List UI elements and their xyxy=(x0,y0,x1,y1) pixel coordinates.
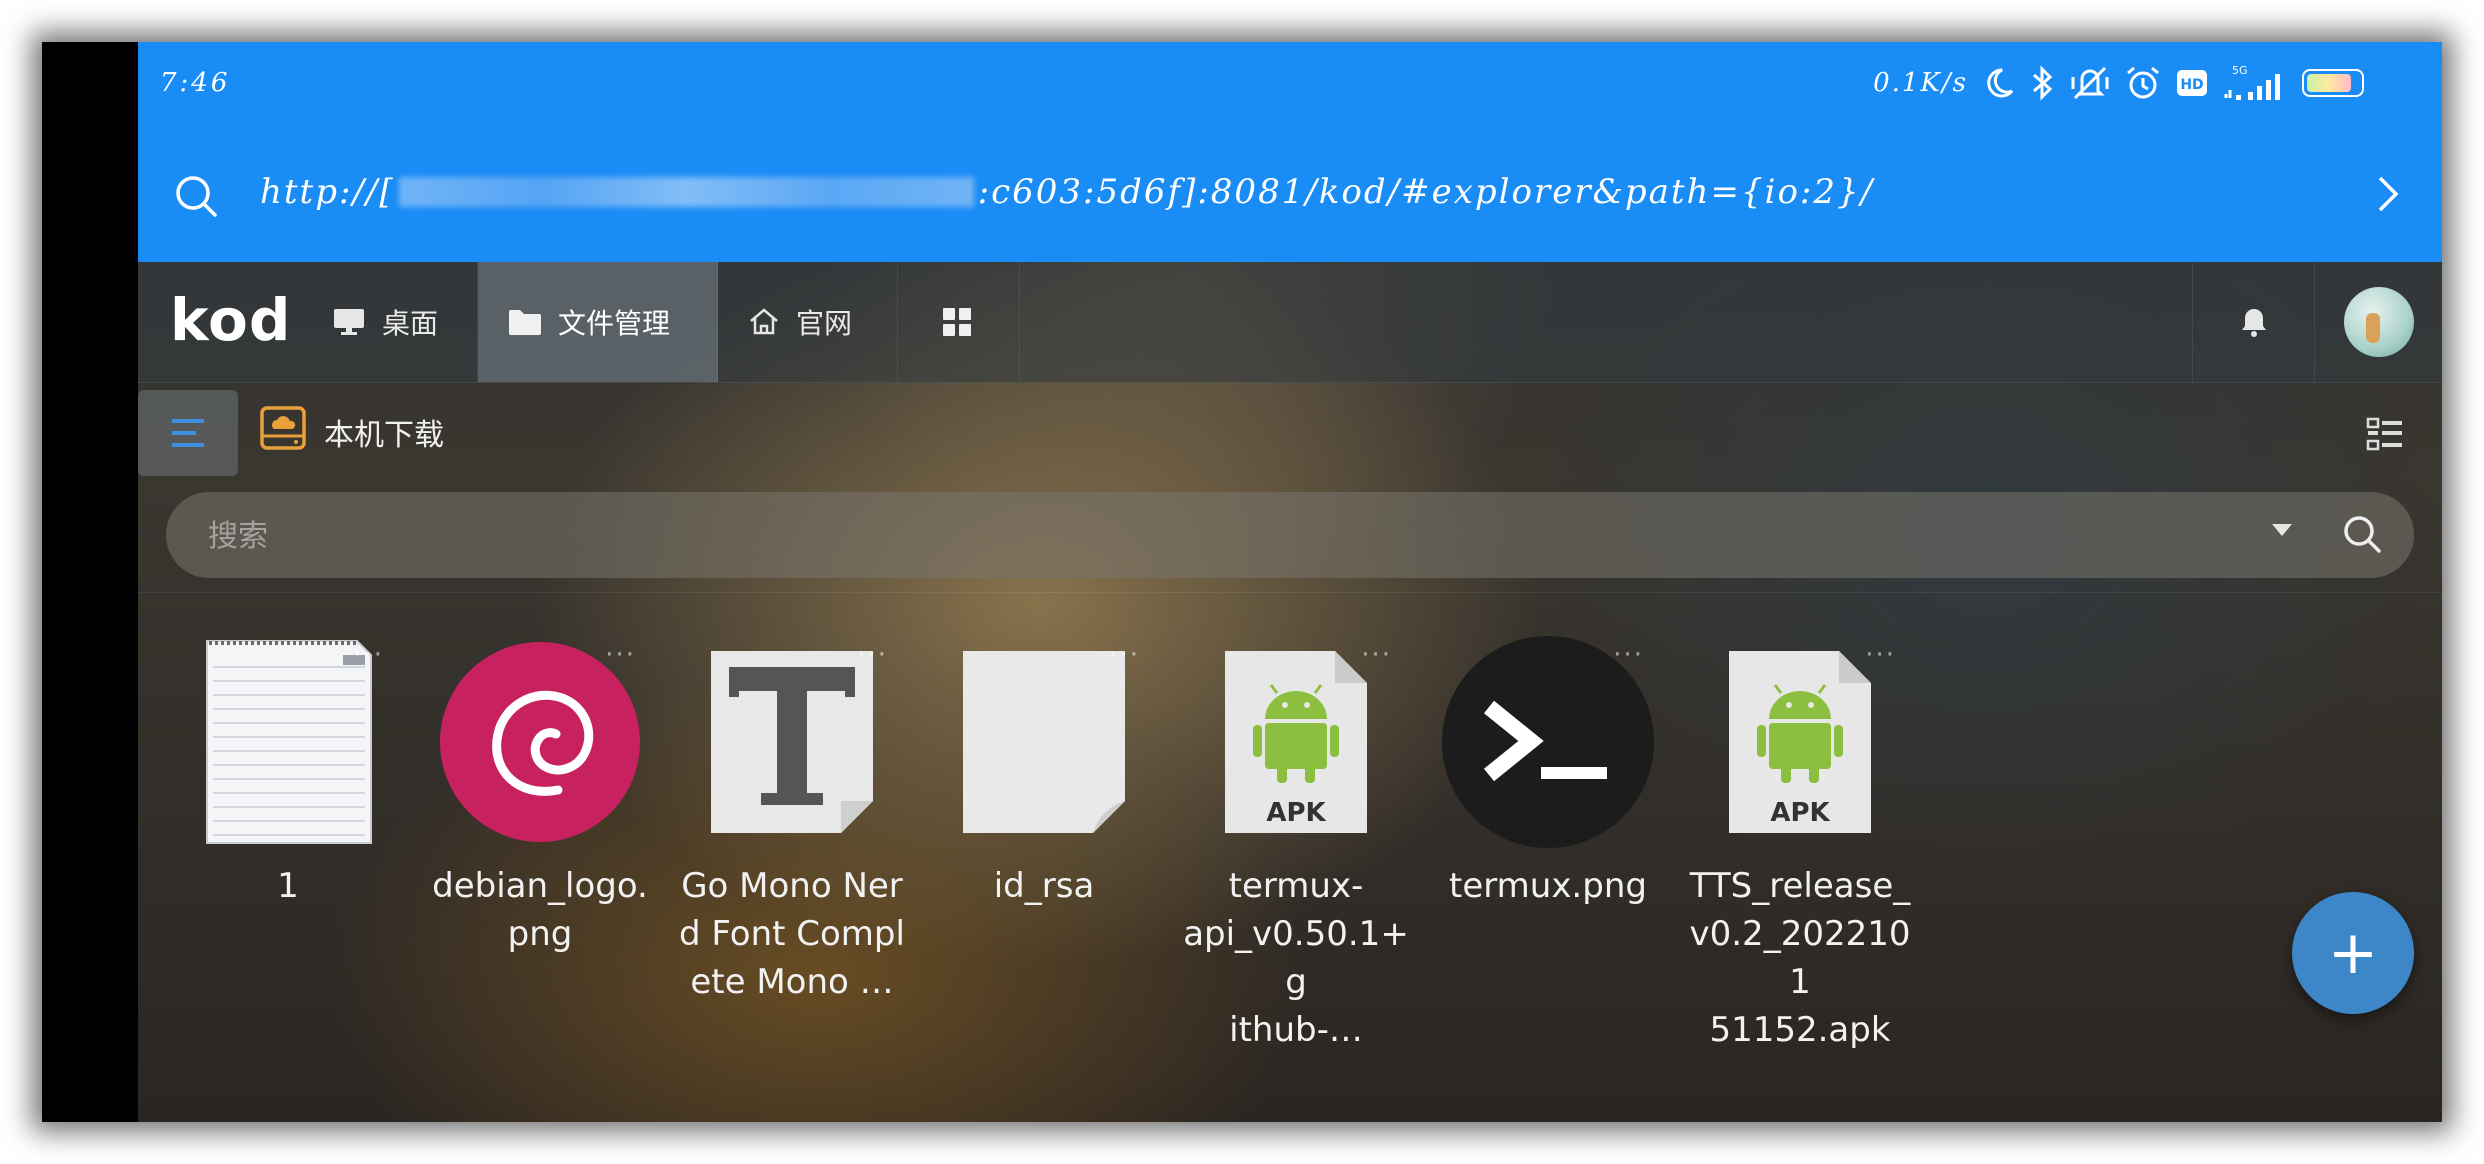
folder-icon xyxy=(509,310,541,335)
nav-file-manager-label: 文件管理 xyxy=(558,307,671,340)
status-icons: 0.1K/s HD 5G xyxy=(1873,64,2364,102)
bell-icon xyxy=(2241,309,2266,337)
left-black-bar xyxy=(42,42,138,1122)
browser-top: 7:46 0.1K/s HD 5G http://[ :c603:5d6f]:80… xyxy=(138,42,2442,262)
battery-icon xyxy=(2302,69,2364,97)
menu-icon xyxy=(172,419,204,447)
kod-logo[interactable]: kod xyxy=(170,286,291,354)
url-redacted xyxy=(398,177,974,207)
net-speed: 0.1K/s xyxy=(1873,68,1968,98)
cloud-drive-icon xyxy=(260,406,306,450)
add-button[interactable]: + xyxy=(2292,892,2414,1014)
alarm-icon xyxy=(2127,66,2159,99)
caret-down-icon[interactable] xyxy=(2270,522,2294,538)
apk-badge: APK xyxy=(1266,798,1326,828)
file-name: debian_logo. png xyxy=(432,866,648,954)
moon-icon xyxy=(1987,68,2014,98)
view-mode-icon[interactable] xyxy=(2366,416,2404,452)
phone-frame: 7:46 0.1K/s HD 5G http://[ :c603:5d6f]:80… xyxy=(42,42,2442,1122)
monitor-icon xyxy=(334,309,364,335)
file-name: termux.png xyxy=(1449,866,1647,906)
avatar xyxy=(2343,287,2414,357)
url-prefix: http://[ xyxy=(260,172,395,212)
signal-5g-icon: 5G xyxy=(2224,64,2280,100)
hd-icon: HD xyxy=(2177,70,2207,96)
svg-text:HD: HD xyxy=(2180,77,2203,93)
user-avatar-button[interactable] xyxy=(2314,262,2442,382)
file-name: Go Mono Ner d Font Compl ete Mono … xyxy=(679,866,905,1002)
file-more-button[interactable]: ··· xyxy=(353,640,384,670)
nav-file-manager[interactable]: 文件管理 xyxy=(478,262,718,382)
file-more-button[interactable]: ··· xyxy=(1109,640,1140,670)
screen: 7:46 0.1K/s HD 5G http://[ :c603:5d6f]:80… xyxy=(138,42,2442,1122)
file-name: 1 xyxy=(277,866,299,906)
divider xyxy=(138,592,2442,593)
file-more-button[interactable]: ··· xyxy=(605,640,636,670)
apk-badge: APK xyxy=(1770,798,1830,828)
file-item[interactable]: APK ··· TTS_release_ v0.2_2022101 51152.ap… xyxy=(1690,632,1911,1050)
notifications-button[interactable] xyxy=(2192,262,2314,382)
url-text[interactable]: http://[ :c603:5d6f]:8081/kod/#explorer&p… xyxy=(260,172,1874,212)
nav-apps[interactable] xyxy=(898,262,1020,382)
file-more-button[interactable]: ··· xyxy=(1865,640,1896,670)
file-item[interactable]: ··· Go Mono Ner d Font Compl ete Mono … xyxy=(679,632,905,1002)
signal-label: 5G xyxy=(2232,64,2248,77)
kod-nav: kod 桌面 文件管理 官网 xyxy=(138,262,2442,383)
file-name: id_rsa xyxy=(993,866,1095,906)
address-bar[interactable]: http://[ :c603:5d6f]:8081/kod/#explorer&p… xyxy=(138,142,2442,242)
search-box xyxy=(166,492,2414,578)
apps-grid-icon xyxy=(943,308,971,336)
file-name: termux-api_v0.50.1+g ithub-… xyxy=(1183,866,1409,1050)
file-name: TTS_release_ v0.2_2022101 51152.apk xyxy=(1689,866,1911,1050)
search-icon[interactable] xyxy=(174,174,218,218)
file-more-button[interactable]: ··· xyxy=(857,640,888,670)
search-input[interactable] xyxy=(206,510,2260,562)
search-icon[interactable] xyxy=(2342,514,2382,554)
vibrate-off-icon xyxy=(2071,66,2109,100)
file-more-button[interactable]: ··· xyxy=(1361,640,1392,670)
nav-desktop-label: 桌面 xyxy=(382,307,439,340)
home-icon xyxy=(750,308,778,335)
nav-official-site-label: 官网 xyxy=(796,307,853,340)
bluetooth-icon xyxy=(2033,65,2053,101)
status-time: 7:46 xyxy=(160,68,231,98)
sidebar-toggle-button[interactable] xyxy=(138,390,238,476)
url-suffix: :c603:5d6f]:8081/kod/#explorer&path={io:… xyxy=(977,172,1875,212)
file-item[interactable]: ··· debian_logo. png xyxy=(430,632,650,954)
chevron-right-icon[interactable] xyxy=(2372,172,2402,216)
file-item[interactable]: ··· id_rsa xyxy=(934,632,1154,932)
file-item[interactable]: APK ··· termux-api_v0.50.1+g ithub-… xyxy=(1183,632,1409,1050)
path-bar: 本机下载 xyxy=(138,382,2442,484)
path-location[interactable]: 本机下载 xyxy=(324,410,444,454)
nav-desktop[interactable]: 桌面 xyxy=(302,262,478,382)
nav-official-site[interactable]: 官网 xyxy=(718,262,898,382)
file-item[interactable]: ··· termux.png xyxy=(1438,632,1658,932)
file-more-button[interactable]: ··· xyxy=(1613,640,1644,670)
file-item[interactable]: ··· 1 xyxy=(178,632,398,932)
